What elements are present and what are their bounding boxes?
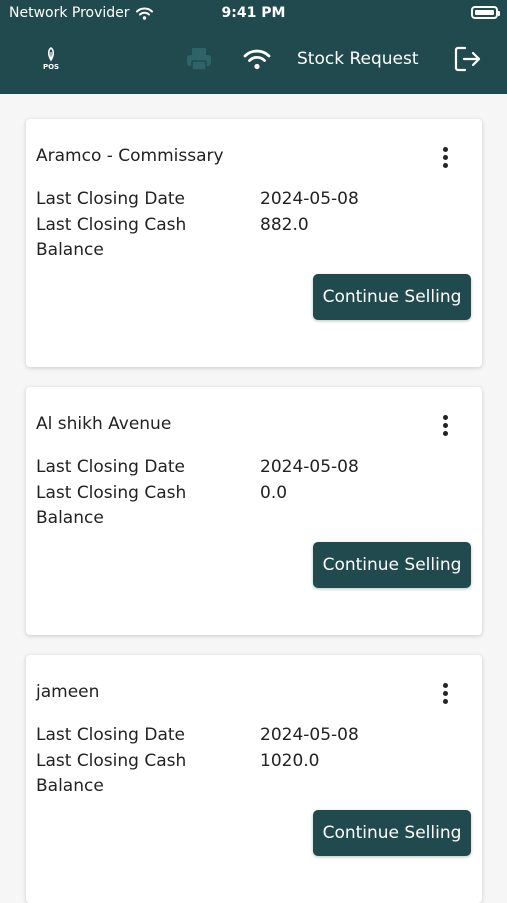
store-name: Al shikh Avenue — [36, 414, 172, 434]
continue-selling-button[interactable]: Continue Selling — [313, 542, 471, 588]
last-closing-cash-label: Last Closing Cash — [36, 751, 187, 771]
store-card: jameen Last Closing Date 2024-05-08 Last… — [26, 655, 482, 903]
logout-icon[interactable] — [454, 46, 482, 72]
store-card: Aramco - Commissary Last Closing Date 20… — [26, 119, 482, 367]
stock-request-link[interactable]: Stock Request — [297, 49, 419, 69]
last-closing-date-label: Last Closing Date — [36, 725, 185, 745]
app-header: Network Provider 9:41 PM POS Stock Reque… — [0, 0, 507, 94]
last-closing-date-label: Last Closing Date — [36, 189, 185, 209]
last-closing-date-value: 2024-05-08 — [260, 457, 359, 477]
continue-selling-button[interactable]: Continue Selling — [313, 810, 471, 856]
status-time: 9:41 PM — [221, 5, 286, 21]
store-name: Aramco - Commissary — [36, 146, 224, 166]
last-closing-cash-label-balance: Balance — [36, 776, 104, 796]
last-closing-cash-label: Last Closing Cash — [36, 215, 187, 235]
store-name: jameen — [36, 682, 100, 702]
more-options-icon[interactable] — [438, 147, 452, 171]
more-options-icon[interactable] — [438, 415, 452, 439]
last-closing-cash-value: 1020.0 — [260, 751, 320, 771]
last-closing-cash-value: 0.0 — [260, 483, 288, 503]
continue-selling-button[interactable]: Continue Selling — [313, 274, 471, 320]
battery-icon — [471, 6, 500, 19]
printer-icon[interactable] — [185, 46, 213, 72]
last-closing-date-label: Last Closing Date — [36, 457, 185, 477]
pos-logo-icon: POS — [38, 46, 64, 74]
more-options-icon[interactable] — [438, 683, 452, 707]
last-closing-cash-value: 882.0 — [260, 215, 309, 235]
last-closing-date-value: 2024-05-08 — [260, 189, 359, 209]
status-bar: Network Provider 9:41 PM — [0, 0, 507, 28]
last-closing-cash-label: Last Closing Cash — [36, 483, 187, 503]
store-card: Al shikh Avenue Last Closing Date 2024-0… — [26, 387, 482, 635]
pos-logo-text: POS — [42, 63, 60, 71]
last-closing-date-value: 2024-05-08 — [260, 725, 359, 745]
last-closing-cash-label-balance: Balance — [36, 240, 104, 260]
last-closing-cash-label-balance: Balance — [36, 508, 104, 528]
wifi-icon[interactable] — [243, 48, 271, 70]
